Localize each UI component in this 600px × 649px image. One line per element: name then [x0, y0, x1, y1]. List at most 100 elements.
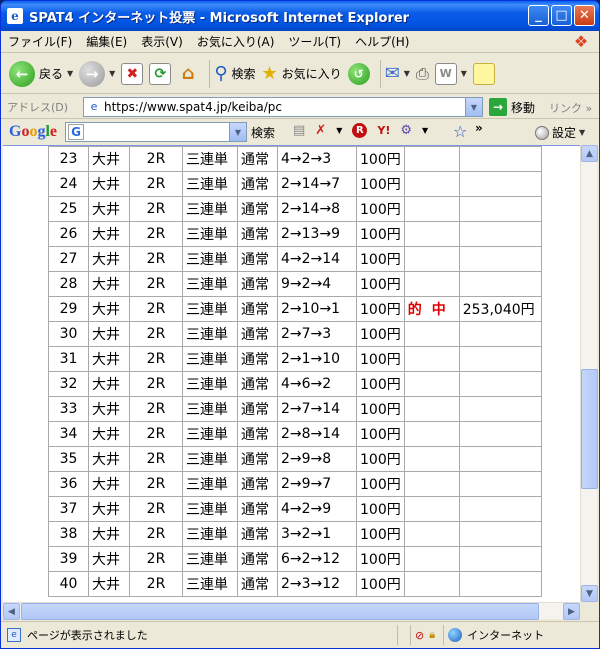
menu-help[interactable]: ヘルプ(H)	[348, 33, 416, 50]
scroll-right-button[interactable]: ▶	[563, 603, 580, 620]
google-search-field[interactable]: G ▼	[65, 122, 247, 142]
bet-type: 三連単	[182, 421, 238, 447]
yahoo-icon[interactable]: Y!	[377, 124, 390, 137]
close-button[interactable]: ✕	[574, 5, 595, 26]
mail-button[interactable]: ✉ ▼	[385, 63, 410, 84]
zone-pane[interactable]: インターネット	[443, 625, 548, 645]
links-button[interactable]: リンク »	[549, 100, 592, 116]
bet-combination: 2→8→14	[277, 421, 357, 447]
bet-mode: 通常	[237, 271, 278, 297]
table-row: 27 大井 2R 三連単 通常 4→2→14 100円	[48, 246, 542, 272]
bet-amount: 100円	[356, 446, 405, 472]
tools-icon[interactable]: ⚙	[400, 123, 412, 138]
r-badge-icon[interactable]: R	[352, 123, 368, 138]
bet-race: 2R	[129, 521, 183, 547]
privacy-blocked-icon[interactable]: ⊘	[415, 629, 424, 642]
bet-race: 2R	[129, 146, 183, 172]
bet-mode: 通常	[237, 146, 278, 172]
favorites-button[interactable]: ★ お気に入り	[262, 63, 342, 84]
bet-race: 2R	[129, 471, 183, 497]
horizontal-scroll-thumb[interactable]	[21, 603, 539, 620]
refresh-button[interactable]: ⟳	[149, 62, 172, 85]
bet-amount: 100円	[356, 196, 405, 222]
address-dropdown-icon[interactable]: ▼	[465, 98, 482, 116]
bet-amount: 100円	[356, 246, 405, 272]
vertical-scrollbar[interactable]: ▲ ▼	[580, 145, 598, 602]
google-search-button[interactable]: 検索	[251, 124, 275, 141]
bet-race: 2R	[129, 446, 183, 472]
settings-dropdown-icon: ▼	[579, 128, 586, 137]
mail-dropdown-icon[interactable]: ▼	[404, 69, 410, 78]
bet-hit-mark	[403, 196, 460, 222]
note-icon	[472, 62, 495, 85]
pagerank-icon[interactable]: ✗	[315, 123, 326, 138]
go-button[interactable]: → 移動	[489, 98, 535, 116]
discuss-button[interactable]	[472, 62, 495, 85]
edit-dropdown-icon[interactable]: ▼	[461, 69, 467, 78]
bet-number: 38	[48, 521, 89, 547]
google-settings-button[interactable]: 設定 ▼	[535, 124, 585, 141]
lock-icon[interactable]: 🔒︎	[429, 628, 435, 642]
menu-view[interactable]: 表示(V)	[134, 33, 190, 50]
bet-race: 2R	[129, 271, 183, 297]
scroll-up-button[interactable]: ▲	[581, 145, 598, 162]
bet-track: 大井	[88, 171, 130, 197]
menu-file[interactable]: ファイル(F)	[1, 33, 79, 50]
print-button[interactable]: ⎙	[416, 64, 429, 84]
tools-dropdown-icon[interactable]: ▼	[422, 126, 428, 135]
scroll-left-button[interactable]: ◀	[3, 603, 20, 620]
back-dropdown-icon[interactable]: ▼	[67, 69, 73, 78]
maximize-button[interactable]: □	[551, 5, 572, 26]
vertical-scroll-thumb[interactable]	[581, 369, 598, 489]
news-icon[interactable]: ▤	[293, 123, 305, 138]
bet-track: 大井	[88, 396, 130, 422]
table-row: 26 大井 2R 三連単 通常 2→13→9 100円	[48, 221, 542, 247]
menu-tools[interactable]: ツール(T)	[281, 33, 348, 50]
forward-dropdown-icon[interactable]: ▼	[109, 69, 115, 78]
search-button[interactable]: ⚲ 検索	[214, 63, 255, 84]
google-search-dropdown-icon[interactable]: ▼	[229, 123, 246, 141]
scroll-down-button[interactable]: ▼	[581, 585, 598, 602]
bet-track: 大井	[88, 421, 130, 447]
bet-number: 31	[48, 346, 89, 372]
ie-window: e SPAT4 インターネット投票 - Microsoft Internet E…	[0, 0, 600, 649]
bet-combination: 4→6→2	[277, 371, 357, 397]
horizontal-scrollbar[interactable]: ◀ ▶	[3, 602, 580, 620]
bet-race: 2R	[129, 546, 183, 572]
bet-hit-mark	[403, 396, 460, 422]
edit-button[interactable]: W ▼	[434, 62, 467, 85]
more-chevron-icon[interactable]: »	[475, 121, 483, 135]
bet-track: 大井	[88, 371, 130, 397]
bet-mode: 通常	[237, 571, 278, 597]
refresh-icon: ⟳	[149, 62, 172, 85]
minimize-button[interactable]: _	[528, 5, 549, 26]
bet-race: 2R	[129, 171, 183, 197]
google-logo[interactable]: Google	[9, 123, 57, 141]
stop-button[interactable]: ✖	[121, 62, 144, 85]
bet-amount: 100円	[356, 146, 405, 172]
bet-mode: 通常	[237, 346, 278, 372]
bookmark-star-icon[interactable]: ☆	[453, 122, 467, 141]
title-bar[interactable]: e SPAT4 インターネット投票 - Microsoft Internet E…	[1, 1, 599, 31]
bet-number: 28	[48, 271, 89, 297]
chevron-right-icon: »	[585, 102, 593, 115]
bet-payout	[458, 496, 542, 522]
status-pane-empty	[397, 625, 406, 645]
home-button[interactable]: ⌂	[177, 63, 199, 85]
address-field[interactable]: e ▼	[83, 97, 483, 117]
menu-edit[interactable]: 編集(E)	[79, 33, 134, 50]
history-button[interactable]: ↺	[347, 62, 370, 85]
menu-favorites[interactable]: お気に入り(A)	[190, 33, 282, 50]
dropdown-icon[interactable]: ▼	[336, 126, 342, 135]
address-input[interactable]	[104, 100, 464, 114]
bet-combination: 3→2→1	[277, 521, 357, 547]
bet-payout	[458, 271, 542, 297]
forward-button[interactable]: → ▼	[79, 60, 115, 87]
page-done-icon: e	[7, 628, 21, 642]
bet-combination: 6→2→12	[277, 546, 357, 572]
bet-combination: 4→2→14	[277, 246, 357, 272]
bet-mode: 通常	[237, 471, 278, 497]
bet-amount: 100円	[356, 496, 405, 522]
privacy-pane[interactable]: ⊘ 🔒︎	[410, 625, 439, 645]
back-button[interactable]: ← 戻る ▼	[9, 60, 73, 87]
